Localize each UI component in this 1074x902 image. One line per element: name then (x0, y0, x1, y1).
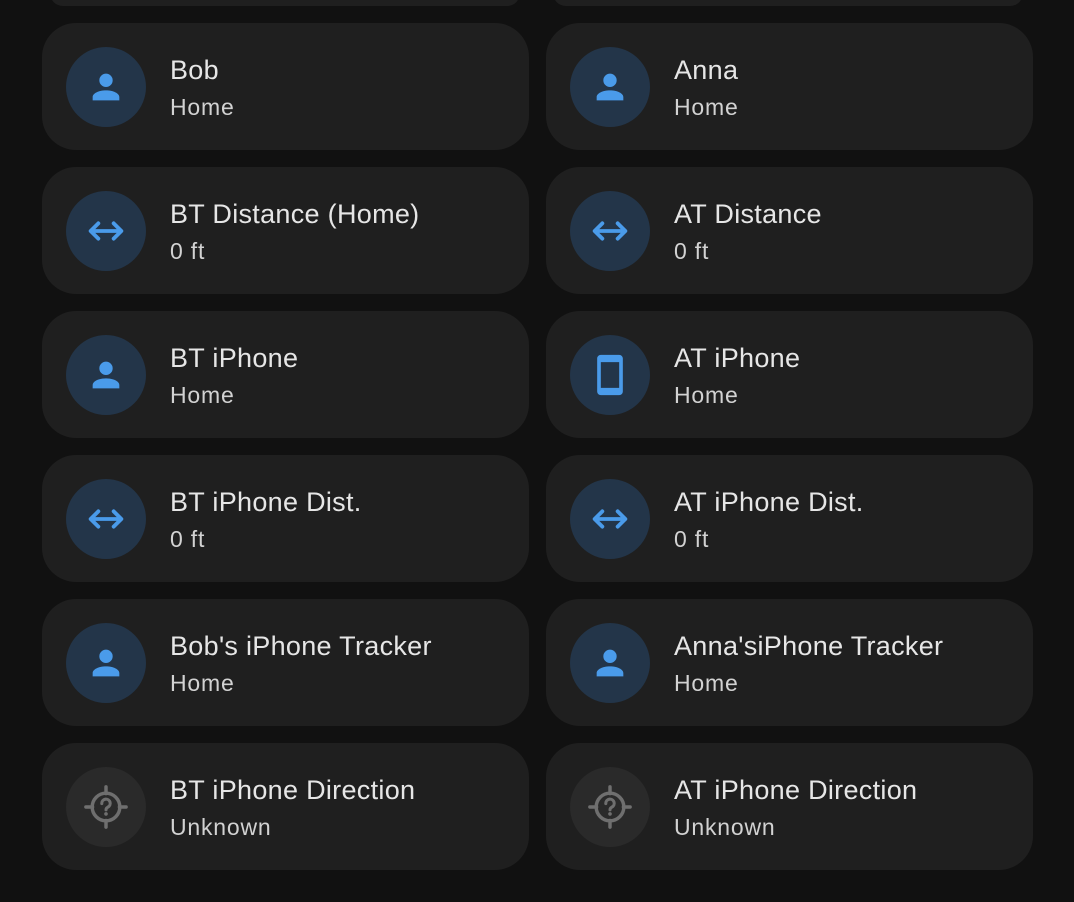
entity-name: AT iPhone Dist. (674, 487, 864, 517)
person-icon (596, 649, 624, 677)
entity-name: BT iPhone Direction (170, 775, 416, 805)
entity-name: Bob's iPhone Tracker (170, 631, 432, 661)
icon-badge[interactable] (66, 191, 146, 271)
tile-card-at-iphone-dist[interactable]: AT iPhone Dist. 0 ft (546, 455, 1033, 582)
person-icon (596, 73, 624, 101)
entity-state: Home (170, 382, 235, 408)
entity-state: 0 ft (170, 238, 206, 264)
icon-badge[interactable] (570, 191, 650, 271)
tile-card-bt-iphone-direction[interactable]: BT iPhone Direction Unknown (42, 743, 529, 870)
entity-name: BT iPhone (170, 343, 299, 373)
tile-card-at-distance[interactable]: AT Distance 0 ft (546, 167, 1033, 294)
entity-name: Bob (170, 55, 219, 85)
crosshairs-question-icon (84, 785, 128, 829)
tile-card-at-iphone[interactable]: AT iPhone Home (546, 311, 1033, 438)
entity-state: 0 ft (674, 238, 710, 264)
entity-name: AT iPhone (674, 343, 801, 373)
person-icon (92, 649, 120, 677)
partial-card-above[interactable] (50, 0, 520, 6)
entity-state: 0 ft (674, 526, 710, 552)
entity-state: Unknown (170, 814, 272, 840)
icon-badge[interactable] (66, 335, 146, 415)
entity-state: Home (674, 382, 739, 408)
icon-badge[interactable] (570, 47, 650, 127)
entity-name: BT iPhone Dist. (170, 487, 362, 517)
cellphone-icon (597, 354, 623, 396)
arrow-left-right-icon (592, 509, 628, 529)
tile-card-annas-iphone-tracker[interactable]: Anna'siPhone Tracker Home (546, 599, 1033, 726)
entity-grid: Bob Home Anna Home BT Distance (Home) 0 … (42, 23, 1033, 870)
entity-state: Home (170, 670, 235, 696)
arrow-left-right-icon (88, 509, 124, 529)
tile-card-bt-distance-home[interactable]: BT Distance (Home) 0 ft (42, 167, 529, 294)
arrow-left-right-icon (88, 221, 124, 241)
tile-card-bob[interactable]: Bob Home (42, 23, 529, 150)
dashboard: Bob Home Anna Home BT Distance (Home) 0 … (0, 0, 1074, 902)
tile-card-bt-iphone-dist[interactable]: BT iPhone Dist. 0 ft (42, 455, 529, 582)
icon-badge[interactable] (66, 623, 146, 703)
tile-card-bt-iphone[interactable]: BT iPhone Home (42, 311, 529, 438)
entity-name: Anna'siPhone Tracker (674, 631, 944, 661)
entity-state: Home (170, 94, 235, 120)
entity-state: 0 ft (170, 526, 206, 552)
entity-name: AT iPhone Direction (674, 775, 918, 805)
entity-state: Home (674, 94, 739, 120)
entity-name: AT Distance (674, 199, 822, 229)
icon-badge[interactable] (570, 767, 650, 847)
arrow-left-right-icon (592, 221, 628, 241)
tile-card-bobs-iphone-tracker[interactable]: Bob's iPhone Tracker Home (42, 599, 529, 726)
partial-card-above[interactable] (553, 0, 1023, 6)
icon-badge[interactable] (570, 479, 650, 559)
crosshairs-question-icon (588, 785, 632, 829)
tile-card-anna[interactable]: Anna Home (546, 23, 1033, 150)
icon-badge[interactable] (570, 335, 650, 415)
entity-state: Unknown (674, 814, 776, 840)
person-icon (92, 361, 120, 389)
entity-state: Home (674, 670, 739, 696)
icon-badge[interactable] (66, 479, 146, 559)
entity-name: BT Distance (Home) (170, 199, 420, 229)
icon-badge[interactable] (66, 767, 146, 847)
icon-badge[interactable] (570, 623, 650, 703)
tile-card-at-iphone-direction[interactable]: AT iPhone Direction Unknown (546, 743, 1033, 870)
icon-badge[interactable] (66, 47, 146, 127)
entity-name: Anna (674, 55, 739, 85)
person-icon (92, 73, 120, 101)
